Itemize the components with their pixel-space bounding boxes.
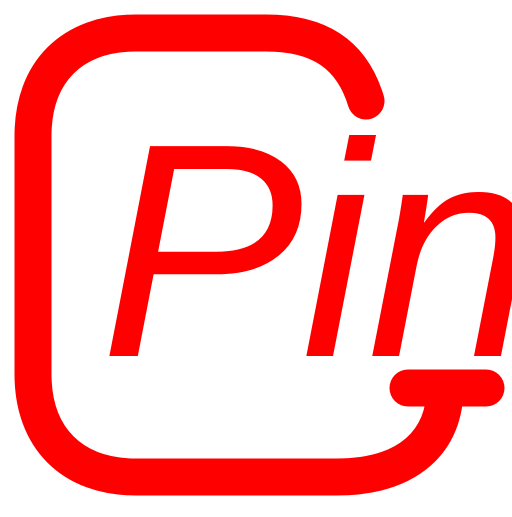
pin-logo: Pin <box>0 0 512 512</box>
pin-wordmark: Pin <box>100 80 512 421</box>
